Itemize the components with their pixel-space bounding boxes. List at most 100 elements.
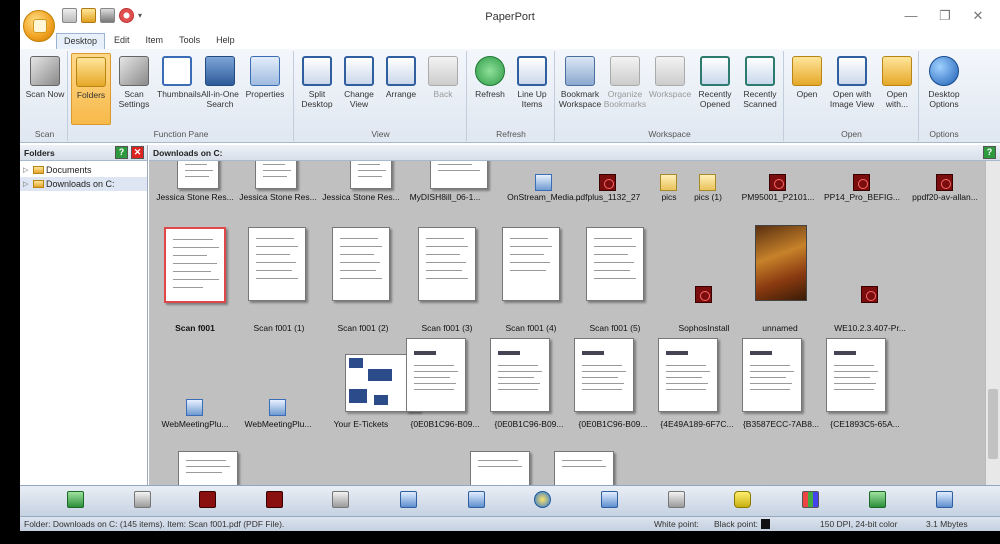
- line-up-items-button[interactable]: Line Up Items: [512, 53, 552, 125]
- tree-item-downloads[interactable]: ▷ Downloads on C:: [20, 177, 147, 191]
- window-title: PaperPort: [485, 11, 535, 23]
- back-button[interactable]: Back: [423, 53, 463, 125]
- white-point-label: White point:: [654, 519, 699, 529]
- close-button[interactable]: ✕: [963, 8, 993, 24]
- tab-desktop[interactable]: Desktop: [56, 33, 106, 49]
- minimize-button[interactable]: —: [896, 8, 926, 23]
- document-thumbnail: [350, 161, 392, 189]
- thumbnails-button[interactable]: Thumbnails: [157, 53, 201, 125]
- expand-icon[interactable]: ▷: [23, 166, 31, 174]
- maximize-button[interactable]: ❐: [930, 8, 960, 24]
- installer-icon: [269, 399, 286, 416]
- application-menu-orb[interactable]: [23, 10, 55, 42]
- document-thumbnail[interactable]: [178, 451, 238, 485]
- mail-send-icon[interactable]: [936, 491, 953, 508]
- help-icon[interactable]: ?: [983, 146, 996, 159]
- desktop-options-button[interactable]: Desktop Options: [922, 53, 966, 125]
- scan-now-button[interactable]: Scan Now: [25, 53, 65, 125]
- document-thumbnail: [502, 227, 560, 301]
- open-with-image-view-button[interactable]: Open with Image View: [829, 53, 875, 125]
- folders-pane-header: Folders ? ✕: [20, 145, 147, 161]
- pdf-icon: [695, 286, 712, 303]
- refresh-button[interactable]: Refresh: [470, 53, 510, 125]
- tab-tools[interactable]: Tools: [172, 33, 207, 49]
- open-folder-icon: [792, 56, 822, 86]
- folder-icon: [699, 174, 716, 191]
- document-thumbnail: [586, 227, 644, 301]
- bookmark-workspace-button[interactable]: Bookmark Workspace: [558, 53, 602, 125]
- document-thumbnail[interactable]: [554, 451, 614, 485]
- installer-icon: [186, 399, 203, 416]
- resolution-info: 150 DPI, 24-bit color: [820, 519, 898, 529]
- tab-help[interactable]: Help: [209, 33, 242, 49]
- document-send-icon[interactable]: [400, 491, 417, 508]
- tab-item[interactable]: Item: [139, 33, 171, 49]
- ribbon-tabs: Desktop Edit Item Tools Help: [20, 33, 1000, 49]
- folders-button[interactable]: Folders: [71, 53, 111, 125]
- document-thumbnail: [430, 161, 488, 189]
- document-thumbnail: [248, 227, 306, 301]
- recently-opened-icon: [700, 56, 730, 86]
- document-thumbnail: [332, 227, 390, 301]
- group-workspace: Bookmark Workspace Organize Bookmarks Wo…: [556, 51, 784, 141]
- group-view: Split Desktop Change View Arrange Back V…: [295, 51, 467, 141]
- recently-scanned-icon: [745, 56, 775, 86]
- thumbnails-icon: [162, 56, 192, 86]
- arrange-button[interactable]: Arrange: [381, 53, 421, 125]
- chart-send-icon[interactable]: [802, 491, 819, 508]
- organize-bookmarks-button[interactable]: Organize Bookmarks: [603, 53, 647, 125]
- properties-button[interactable]: Properties: [245, 53, 285, 125]
- magnifier-send-icon[interactable]: [668, 491, 685, 508]
- pdf-send-icon[interactable]: [199, 491, 216, 508]
- desktop-content-pane: Downloads on C: ? Jessica Stone Res... J…: [149, 145, 1000, 485]
- image-send-icon[interactable]: [869, 491, 886, 508]
- tree-item-documents[interactable]: ▷ Documents: [20, 163, 147, 177]
- status-info: Folder: Downloads on C: (145 items). Ite…: [24, 519, 285, 529]
- bookmark-workspace-icon: [565, 56, 595, 86]
- recently-scanned-button[interactable]: Recently Scanned: [738, 53, 782, 125]
- recently-opened-button[interactable]: Recently Opened: [693, 53, 737, 125]
- group-refresh: Refresh Line Up Items Refresh: [468, 51, 555, 141]
- properties-icon: [250, 56, 280, 86]
- scrollbar-thumb[interactable]: [988, 389, 998, 459]
- scanner-icon: [30, 56, 60, 86]
- pdf-icon: [853, 174, 870, 191]
- group-open: Open Open with Image View Open with... O…: [785, 51, 919, 141]
- split-desktop-icon: [302, 56, 332, 86]
- tab-edit[interactable]: Edit: [107, 33, 137, 49]
- document-thumbnail: [658, 338, 718, 412]
- document-thumbnail[interactable]: [470, 451, 530, 485]
- group-function-pane: Folders Scan Settings Thumbnails All-in-…: [69, 51, 294, 141]
- file-size: 3.1 Mbytes: [926, 519, 968, 529]
- cloud-send-icon[interactable]: [468, 491, 485, 508]
- help-icon[interactable]: ?: [115, 146, 128, 159]
- vertical-scrollbar[interactable]: [985, 161, 1000, 485]
- all-in-one-search-button[interactable]: All-in-One Search: [200, 53, 240, 125]
- workspace-button[interactable]: Workspace: [648, 53, 692, 125]
- open-button[interactable]: Open: [787, 53, 827, 125]
- media-file-icon: [535, 174, 552, 191]
- convert-send-icon[interactable]: [601, 491, 618, 508]
- document-thumbnail: [164, 227, 226, 303]
- status-bar: Folder: Downloads on C: (145 items). Ite…: [20, 516, 1000, 531]
- scan-settings-button[interactable]: Scan Settings: [114, 53, 154, 125]
- black-point-swatch: [761, 519, 770, 529]
- label-send-icon[interactable]: [734, 491, 751, 508]
- paperport-send-icon[interactable]: [67, 491, 84, 508]
- folder-tree: ▷ Documents ▷ Downloads on C:: [20, 161, 147, 193]
- document-thumbnail: [826, 338, 886, 412]
- paperport-window: ▾ PaperPort — ❐ ✕ Desktop Edit Item Tool…: [20, 0, 1000, 531]
- group-scan: Scan Now Scan: [22, 51, 68, 141]
- printer-send-icon[interactable]: [134, 491, 151, 508]
- change-view-button[interactable]: Change View: [339, 53, 379, 125]
- close-pane-icon[interactable]: ✕: [131, 146, 144, 159]
- pdf-create-send-icon[interactable]: [266, 491, 283, 508]
- content-pane-header: Downloads on C: ?: [149, 145, 1000, 161]
- browser-send-icon[interactable]: [534, 491, 551, 508]
- open-with-button[interactable]: Open with...: [877, 53, 917, 125]
- pen-send-icon[interactable]: [332, 491, 349, 508]
- document-thumbnail: [742, 338, 802, 412]
- expand-icon[interactable]: ▷: [23, 180, 31, 188]
- document-thumbnail: [490, 338, 550, 412]
- split-desktop-button[interactable]: Split Desktop: [297, 53, 337, 125]
